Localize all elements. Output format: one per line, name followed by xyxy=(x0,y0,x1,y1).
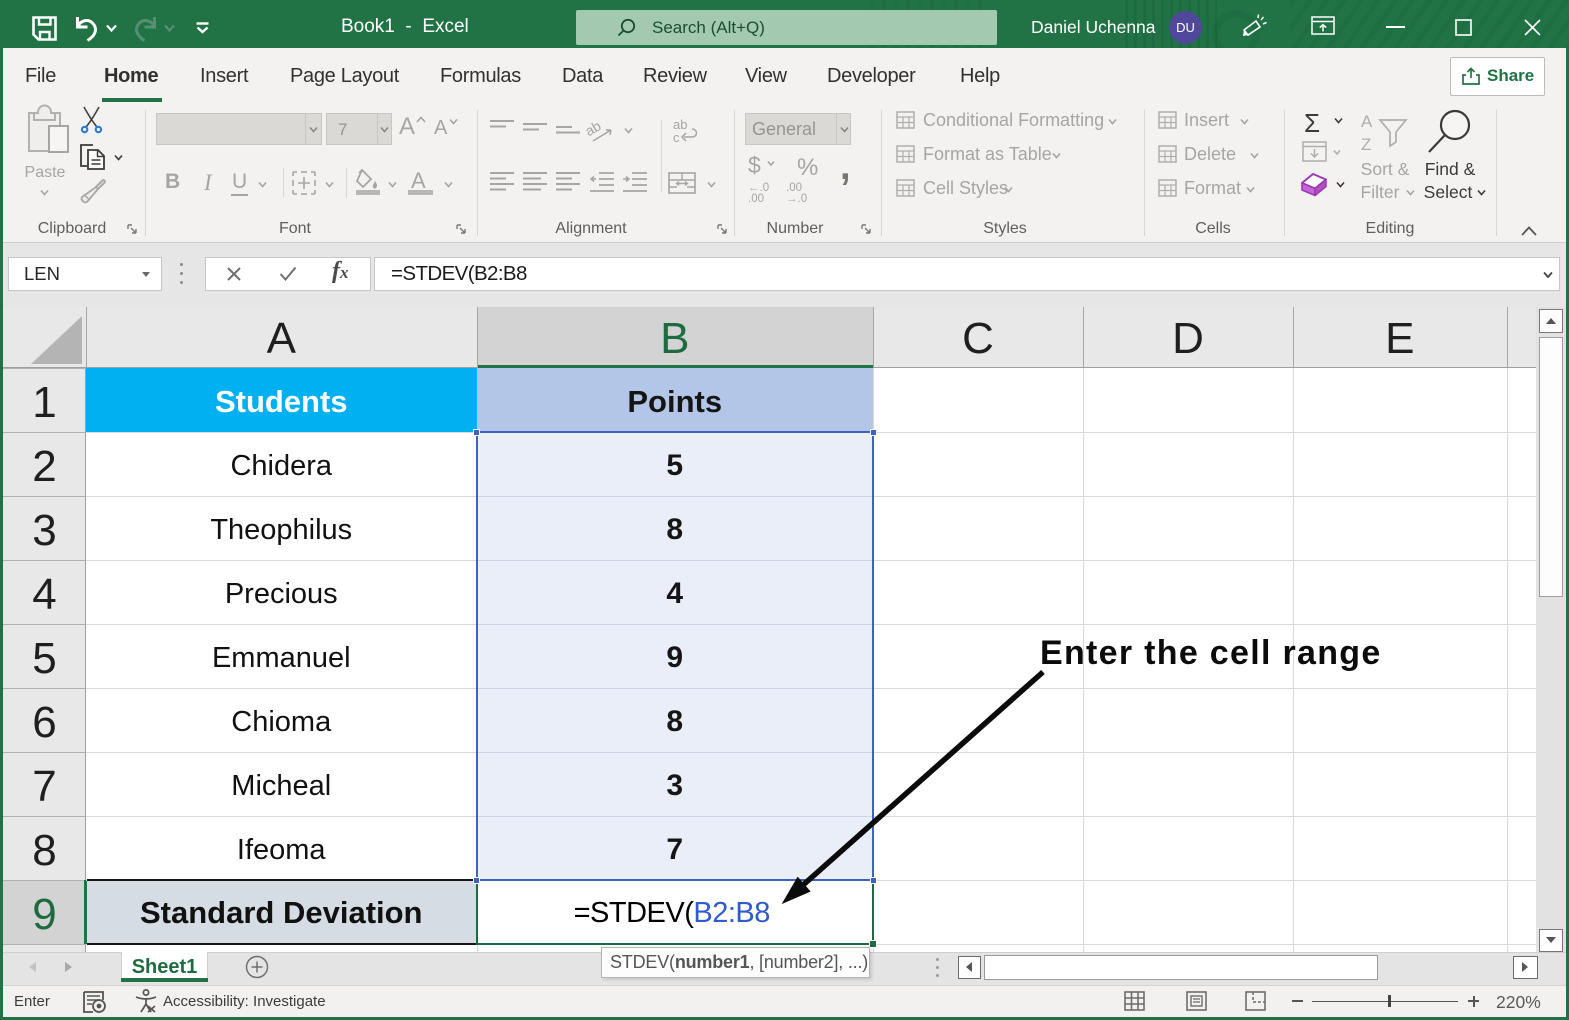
svg-text:Z: Z xyxy=(1361,135,1371,154)
svg-text:c: c xyxy=(673,130,680,145)
svg-text:A: A xyxy=(1361,112,1373,131)
